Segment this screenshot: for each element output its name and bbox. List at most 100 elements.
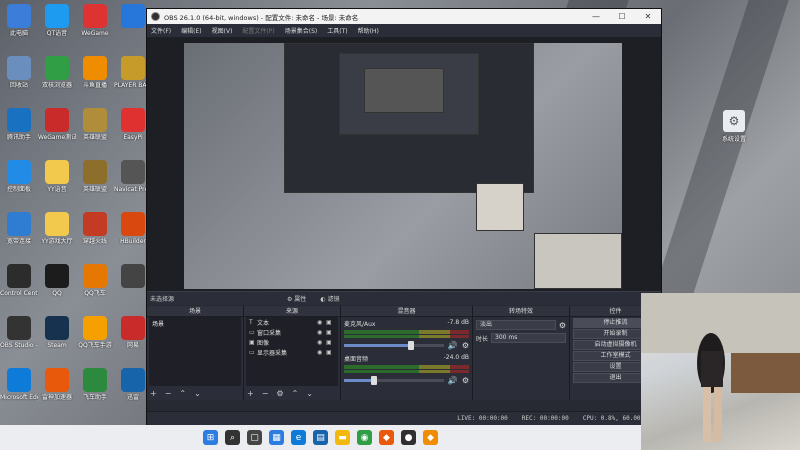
eye-icon[interactable]: ◉ xyxy=(317,319,326,326)
transition-select[interactable]: 淡出 xyxy=(476,320,556,330)
eye-icon[interactable]: ◉ xyxy=(317,339,326,346)
desktop-icon-settings[interactable]: ⚙ 系统设置 xyxy=(716,110,752,143)
douyu-icon xyxy=(83,56,107,80)
gear-icon[interactable]: ⚙ xyxy=(462,341,469,350)
lock-icon[interactable]: ▣ xyxy=(326,349,335,356)
source-item[interactable]: ▭ 窗口采集 ◉ ▣ xyxy=(246,327,338,337)
preview-frame xyxy=(184,43,622,289)
close-button[interactable]: ✕ xyxy=(635,12,661,21)
widgets-icon[interactable]: ▦ xyxy=(269,430,284,445)
obs-icon xyxy=(151,12,160,21)
source-item[interactable]: ▣ 图像 ◉ ▣ xyxy=(246,337,338,347)
preview-canvas[interactable] xyxy=(147,37,661,291)
add-icon[interactable]: + xyxy=(150,389,157,398)
desktop-icon[interactable]: Control Center xyxy=(0,264,38,297)
windows-start-icon[interactable]: ⊞ xyxy=(203,430,218,445)
desktop-icon[interactable]: 回收站 xyxy=(0,56,38,89)
volume-slider[interactable] xyxy=(344,341,444,350)
move-up-icon[interactable]: ⌃ xyxy=(179,389,186,398)
desktop-icon[interactable]: QQ飞车手游 xyxy=(76,316,114,349)
desktop-icon[interactable]: YY语音 xyxy=(38,160,76,193)
desktop-icon[interactable]: 此电脑 xyxy=(0,4,38,37)
add-icon[interactable]: + xyxy=(247,389,254,398)
desktop-icon[interactable]: WeGame测试 xyxy=(38,108,76,141)
desktop-icon-label: 穿越火线 xyxy=(82,238,107,245)
desktop-icon[interactable]: 斗鱼直播 xyxy=(76,56,114,89)
desktop-icon[interactable]: YY游戏大厅 xyxy=(38,212,76,245)
menu-item[interactable]: 视图(V) xyxy=(212,26,233,35)
edge-icon xyxy=(7,368,31,392)
chrome-icon[interactable]: ◉ xyxy=(357,430,372,445)
remove-icon[interactable]: − xyxy=(165,389,172,398)
app-icon[interactable]: ◆ xyxy=(379,430,394,445)
app-icon[interactable]: ◆ xyxy=(423,430,438,445)
speaker-icon[interactable]: 🔊 xyxy=(448,341,458,350)
channel-name: 麦克风/Aux xyxy=(344,321,376,328)
desktop-icon[interactable]: 宽带连接 xyxy=(0,212,38,245)
source-name: 文本 xyxy=(257,319,270,327)
no-source-label: 未选择源 xyxy=(150,296,175,303)
menu-item[interactable]: 工具(T) xyxy=(327,26,347,35)
desktop-icon[interactable]: 控制面板 xyxy=(0,160,38,193)
volume-knob[interactable] xyxy=(407,341,414,350)
menu-bar: 文件(F) 编辑(E) 视图(V) 配置文件(P) 场景集合(S) 工具(T) 帮助(H) xyxy=(147,24,661,37)
move-down-icon[interactable]: ⌄ xyxy=(306,389,313,398)
eye-icon[interactable]: ◉ xyxy=(317,349,326,356)
volume-knob[interactable] xyxy=(370,376,377,385)
computer-icon xyxy=(7,4,31,28)
desktop-icon[interactable]: 双核浏览器 xyxy=(38,56,76,89)
desktop-icon[interactable]: Microsoft Edge xyxy=(0,368,38,401)
desktop-icon[interactable]: 英雄联盟 xyxy=(76,108,114,141)
remove-icon[interactable]: − xyxy=(262,389,269,398)
maximize-button[interactable]: ☐ xyxy=(609,12,635,21)
move-down-icon[interactable]: ⌄ xyxy=(194,389,201,398)
menu-item[interactable]: 场景集合(S) xyxy=(285,26,318,35)
minimize-button[interactable]: — xyxy=(583,12,609,21)
desktop-icon[interactable]: OBS Studio - ... xyxy=(0,316,38,349)
search-icon[interactable]: ⌕ xyxy=(225,430,240,445)
menu-item[interactable]: 编辑(E) xyxy=(181,26,201,35)
explorer-icon[interactable]: ▬ xyxy=(335,430,350,445)
scene-item[interactable]: 场景 xyxy=(149,317,241,330)
desktop-icon[interactable]: QQ飞车 xyxy=(76,264,114,297)
desktop-icon[interactable]: QQ xyxy=(38,264,76,297)
desktop-icon[interactable]: 飞车助手 xyxy=(76,368,114,401)
lock-icon[interactable]: ▣ xyxy=(326,319,335,326)
qq-speed-icon xyxy=(83,264,107,288)
dock-panels: 场景 场景 + − ⌃ ⌄ 来源 T 文本 ◉ ▣ ▭ 窗口采集 ◉ ▣ ▣ 图像 ◉ ▣ ▭ 显示器采集 ◉ ▣ … xyxy=(147,306,661,400)
lock-icon[interactable]: ▣ xyxy=(326,339,335,346)
menu-item[interactable]: 配置文件(P) xyxy=(242,26,274,35)
desktop-icon[interactable]: Steam xyxy=(38,316,76,349)
volume-slider[interactable] xyxy=(344,376,444,385)
desktop-icon-label: YY语音 xyxy=(47,186,67,193)
obs-icon[interactable]: ● xyxy=(401,430,416,445)
properties-button[interactable]: ⚙ 属性 xyxy=(287,294,306,303)
eye-icon[interactable]: ◉ xyxy=(317,329,326,336)
lock-icon[interactable]: ▣ xyxy=(326,329,335,336)
status-bar: LIVE: 00:00:00 REC: 00:00:00 CPU: 0.8%, … xyxy=(147,411,661,425)
desktop-icon[interactable]: 腾讯助手 xyxy=(0,108,38,141)
gear-icon[interactable]: ⚙ xyxy=(462,376,469,385)
source-item[interactable]: T 文本 ◉ ▣ xyxy=(246,317,338,327)
desktop-icon[interactable]: 雷神加速器 xyxy=(38,368,76,401)
menu-item[interactable]: 文件(F) xyxy=(151,26,171,35)
rec-status: REC: 00:00:00 xyxy=(521,415,569,422)
duration-input[interactable]: 300 ms xyxy=(491,333,566,343)
move-up-icon[interactable]: ⌃ xyxy=(292,389,299,398)
desktop-icon[interactable]: 穿越火线 xyxy=(76,212,114,245)
filters-button[interactable]: ◐ 滤镜 xyxy=(320,294,339,303)
desktop-icon[interactable]: 英雄联盟 xyxy=(76,160,114,193)
store-icon[interactable]: ▤ xyxy=(313,430,328,445)
desktop-icon[interactable]: QT语音 xyxy=(38,4,76,37)
gear-icon[interactable]: ⚙ xyxy=(276,389,283,398)
menu-item[interactable]: 帮助(H) xyxy=(358,26,379,35)
source-item[interactable]: ▭ 显示器采集 ◉ ▣ xyxy=(246,347,338,357)
gear-icon[interactable]: ⚙ xyxy=(559,321,566,330)
edge-icon[interactable]: e xyxy=(291,430,306,445)
webcam-scene xyxy=(641,293,800,442)
speaker-icon[interactable]: 🔊 xyxy=(448,376,458,385)
lol-icon xyxy=(83,160,107,184)
desktop-icon[interactable]: WeGame xyxy=(76,4,114,37)
person-leg xyxy=(714,387,722,442)
task-view-icon[interactable]: ▢ xyxy=(247,430,262,445)
